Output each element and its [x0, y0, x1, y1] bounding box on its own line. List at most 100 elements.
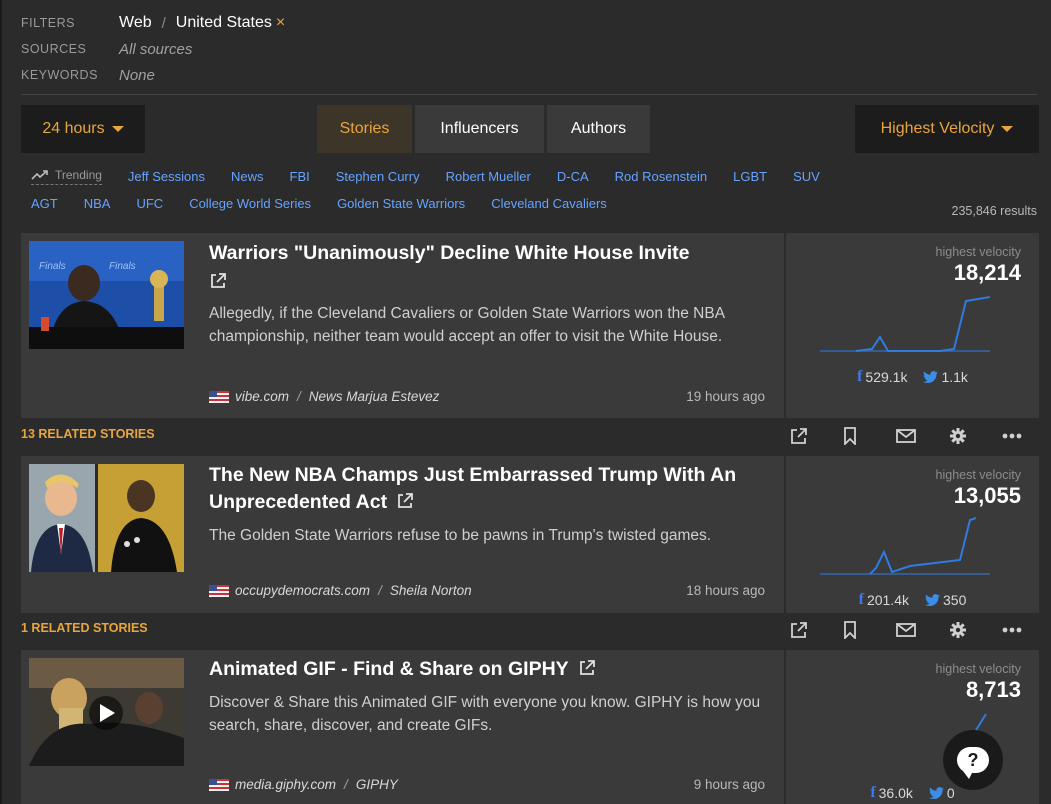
svg-text:Finals: Finals: [39, 261, 66, 272]
trend-link[interactable]: Cleveland Cavaliers: [491, 196, 607, 211]
trend-link[interactable]: Jeff Sessions: [128, 169, 205, 184]
external-link-icon[interactable]: [396, 492, 414, 510]
velocity-sparkline: [820, 296, 990, 352]
filters-divider: [21, 94, 1037, 95]
meta-separator: /: [378, 583, 382, 598]
trend-link[interactable]: FBI: [290, 169, 310, 184]
facebook-count: 201.4k: [866, 592, 909, 608]
filter-web[interactable]: Web: [119, 14, 152, 32]
flag-us-icon: [209, 778, 229, 791]
social-counts: f 201.4k 350: [786, 591, 1039, 609]
chat-help-button[interactable]: ?: [943, 730, 1003, 790]
trend-link[interactable]: NBA: [84, 196, 111, 211]
bookmark-button[interactable]: [843, 619, 896, 641]
share-icon: [791, 622, 807, 638]
social-counts: f 36.0k 0: [786, 784, 1039, 802]
gear-icon: [950, 622, 966, 638]
twitter-count: 0: [946, 785, 955, 801]
filters-panel: FILTERS Web / United States × SOURCES Al…: [21, 10, 285, 88]
facebook-icon: f: [857, 368, 863, 385]
tab-stories[interactable]: Stories: [317, 105, 412, 153]
time-range-dropdown[interactable]: 24 hours: [21, 105, 145, 153]
story-title[interactable]: Animated GIF - Find & Share on GIPHY: [209, 656, 764, 683]
tab-influencers[interactable]: Influencers: [415, 105, 544, 153]
sources-value[interactable]: All sources: [119, 41, 192, 58]
email-button[interactable]: [896, 425, 949, 447]
settings-button[interactable]: [949, 425, 1002, 447]
story-source[interactable]: media.giphy.com: [235, 777, 336, 792]
email-button[interactable]: [896, 619, 949, 641]
more-button[interactable]: [1002, 619, 1051, 641]
tab-authors[interactable]: Authors: [547, 105, 650, 153]
trend-link[interactable]: News: [231, 169, 264, 184]
story-main: Animated GIF - Find & Share on GIPHY Dis…: [21, 650, 781, 804]
share-button[interactable]: [790, 619, 843, 641]
settings-button[interactable]: [949, 619, 1002, 641]
tab-stories-label: Stories: [339, 120, 390, 137]
story-thumbnail[interactable]: [29, 464, 184, 572]
trend-link[interactable]: LGBT: [733, 169, 767, 184]
story-author[interactable]: GIPHY: [356, 777, 398, 792]
external-link-icon[interactable]: [209, 272, 227, 290]
results-count: 235,846 results: [951, 204, 1037, 218]
more-button[interactable]: [1002, 425, 1051, 447]
keywords-value[interactable]: None: [119, 67, 155, 84]
bookmark-button[interactable]: [843, 425, 896, 447]
sort-dropdown[interactable]: Highest Velocity: [855, 105, 1039, 153]
story-source[interactable]: occupydemocrats.com: [235, 583, 370, 598]
velocity-label: highest velocity: [935, 245, 1021, 259]
story-title[interactable]: The New NBA Champs Just Embarrassed Trum…: [209, 462, 764, 516]
trending-row-1: Trending Jeff Sessions News FBI Stephen …: [31, 168, 846, 185]
story-source[interactable]: vibe.com: [235, 389, 289, 404]
remove-filter-icon[interactable]: ×: [276, 14, 285, 32]
share-icon: [791, 428, 807, 444]
story-meta: occupydemocrats.com / Sheila Norton: [209, 583, 472, 598]
tab-authors-label: Authors: [570, 120, 627, 137]
trend-link[interactable]: Robert Mueller: [446, 169, 531, 184]
trend-link[interactable]: Rod Rosenstein: [615, 169, 708, 184]
velocity-label: highest velocity: [935, 468, 1021, 482]
trend-link[interactable]: Stephen Curry: [336, 169, 420, 184]
svg-text:Finals: Finals: [109, 261, 136, 272]
velocity-label: highest velocity: [935, 662, 1021, 676]
trend-link[interactable]: Golden State Warriors: [337, 196, 465, 211]
story-card: Finals Finals Warriors "Unanimously" Dec…: [21, 233, 1039, 418]
gear-icon: [950, 428, 966, 444]
story-title-text: Animated GIF - Find & Share on GIPHY: [209, 658, 569, 680]
story-actions: [790, 619, 1051, 641]
facebook-icon: f: [870, 784, 876, 801]
story-thumbnail[interactable]: Finals Finals: [29, 241, 184, 349]
story-card: Animated GIF - Find & Share on GIPHY Dis…: [21, 650, 1039, 804]
sources-label: SOURCES: [21, 42, 87, 56]
trend-link[interactable]: SUV: [793, 169, 820, 184]
sort-label: Highest Velocity: [880, 120, 995, 137]
story-age: 19 hours ago: [686, 389, 765, 404]
story-age: 9 hours ago: [693, 777, 765, 792]
facebook-count: 36.0k: [878, 785, 913, 801]
chevron-down-icon: [1001, 126, 1014, 132]
related-stories-link[interactable]: 13 RELATED STORIES: [21, 427, 155, 441]
story-description: The Golden State Warriors refuse to be p…: [209, 527, 712, 544]
trend-link[interactable]: College World Series: [189, 196, 311, 211]
time-range-label: 24 hours: [42, 120, 105, 137]
story-author[interactable]: Sheila Norton: [390, 583, 472, 598]
story-title[interactable]: Warriors "Unanimously" Decline White Hou…: [209, 240, 764, 294]
external-link-icon[interactable]: [578, 659, 596, 677]
story-author[interactable]: News Marjua Estevez: [309, 389, 440, 404]
meta-separator: /: [297, 389, 301, 404]
trend-link[interactable]: AGT: [31, 196, 58, 211]
filter-country[interactable]: United States: [176, 14, 272, 32]
trend-link[interactable]: D-CA: [557, 169, 589, 184]
meta-separator: /: [344, 777, 348, 792]
story-description: Allegedly, if the Cleveland Cavaliers or…: [209, 305, 725, 345]
related-stories-link[interactable]: 1 RELATED STORIES: [21, 621, 148, 635]
story-thumbnail[interactable]: [29, 658, 184, 766]
share-button[interactable]: [790, 425, 843, 447]
trend-link[interactable]: UFC: [136, 196, 163, 211]
story-card: The New NBA Champs Just Embarrassed Trum…: [21, 456, 1039, 613]
trending-row-2: AGT NBA UFC College World Series Golden …: [31, 196, 633, 211]
velocity-value: 13,055: [953, 483, 1021, 508]
story-description: Discover & Share this Animated GIF with …: [209, 694, 761, 734]
velocity-value: 8,713: [965, 677, 1021, 702]
story-main: Finals Finals Warriors "Unanimously" Dec…: [21, 233, 781, 418]
